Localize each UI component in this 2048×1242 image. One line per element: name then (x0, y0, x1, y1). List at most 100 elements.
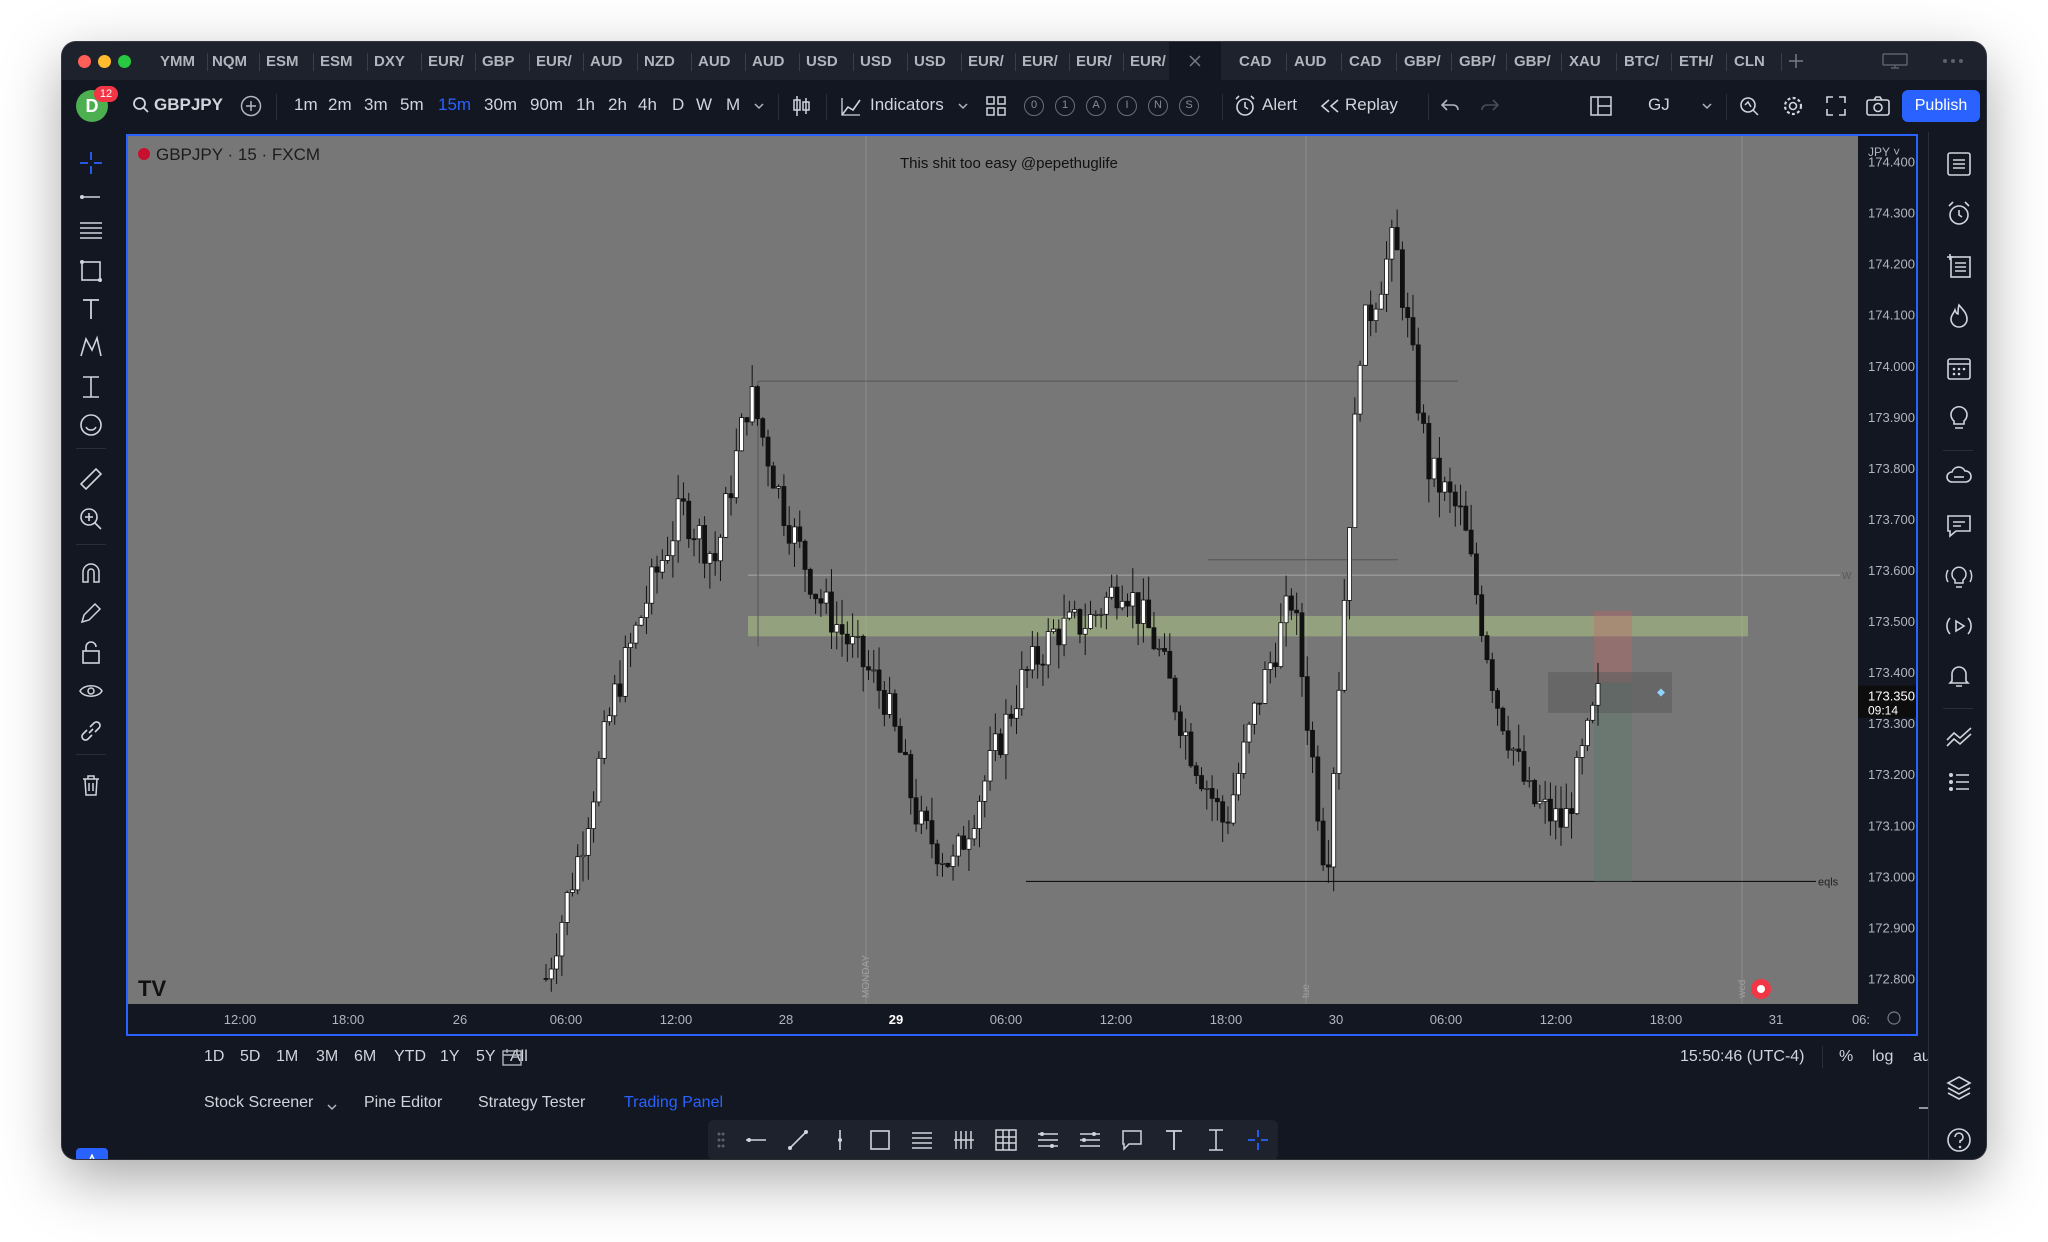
quick-button-N[interactable]: N (1148, 96, 1168, 116)
eye-icon[interactable] (78, 678, 104, 704)
quick-button-I[interactable]: I (1117, 96, 1137, 116)
quick-button-0[interactable]: 0 (1024, 96, 1044, 116)
range-1Y[interactable]: 1Y (440, 1048, 460, 1066)
trading-icon[interactable] (1945, 722, 1973, 750)
candle-style-icon[interactable] (792, 94, 812, 118)
zoom-in-icon[interactable] (78, 506, 104, 532)
drag-handle-icon[interactable] (716, 1130, 726, 1150)
symbol-tab[interactable]: CAD (1349, 51, 1389, 73)
panel-tab[interactable]: Pine Editor (364, 1094, 442, 1112)
callout-icon[interactable] (1120, 1128, 1144, 1152)
symbol-search[interactable]: GBPJPY (154, 95, 223, 115)
dom-icon[interactable] (1945, 768, 1973, 796)
publish-button[interactable]: Publish (1902, 90, 1980, 122)
replay-icon[interactable] (1320, 98, 1340, 114)
interval-2h[interactable]: 2h (608, 95, 627, 115)
symbol-tab[interactable]: USD (806, 51, 846, 73)
goto-date-icon[interactable] (502, 1048, 522, 1066)
add-list-icon[interactable] (1945, 252, 1973, 280)
crosshair-icon[interactable] (78, 150, 104, 176)
stop-loss-box[interactable] (1594, 610, 1632, 683)
range-5D[interactable]: 5D (240, 1048, 260, 1066)
layers-icon[interactable] (1945, 1074, 1973, 1102)
hotlist-flame-icon[interactable] (1945, 302, 1973, 330)
layout-icon[interactable] (1590, 96, 1612, 116)
position-label-box[interactable] (1548, 672, 1672, 713)
vertical-line-icon[interactable] (828, 1128, 852, 1152)
interval-3m[interactable]: 3m (364, 95, 388, 115)
ruler-icon[interactable] (78, 466, 104, 492)
symbol-tab[interactable]: EUR/ (1076, 51, 1116, 73)
interval-30m[interactable]: 30m (484, 95, 517, 115)
log-toggle[interactable]: log (1872, 1048, 1893, 1066)
range-3M[interactable]: 3M (316, 1048, 338, 1066)
chevron-down-icon[interactable] (1702, 102, 1712, 110)
rectangle-icon[interactable] (868, 1128, 892, 1152)
compare-add-icon[interactable] (240, 95, 262, 117)
text-icon[interactable] (1162, 1128, 1186, 1152)
symbol-tab[interactable]: GBP/ (1514, 51, 1554, 73)
templates-icon[interactable] (986, 96, 1006, 116)
link-icon[interactable] (78, 718, 104, 744)
interval-W[interactable]: W (696, 95, 712, 115)
grid-icon[interactable] (994, 1128, 1018, 1152)
range-1M[interactable]: 1M (276, 1048, 298, 1066)
panel-tab[interactable]: Stock Screener (204, 1094, 313, 1112)
chevron-down-icon[interactable] (958, 102, 968, 110)
favorites-button[interactable] (76, 1148, 108, 1159)
trash-icon[interactable] (78, 772, 104, 798)
settings-gear-icon[interactable] (1782, 95, 1804, 117)
alarm-clock-icon[interactable] (1945, 200, 1973, 228)
symbol-tab[interactable]: YMM (160, 51, 200, 73)
range-6M[interactable]: 6M (354, 1048, 376, 1066)
symbol-tab[interactable]: EUR/ (968, 51, 1008, 73)
symbol-tab[interactable]: AUD (698, 51, 738, 73)
indicators-button[interactable]: Indicators (870, 95, 944, 115)
range-YTD[interactable]: YTD (394, 1048, 426, 1066)
symbol-tab[interactable]: DXY (374, 51, 414, 73)
symbol-tab[interactable]: EUR/ (1130, 51, 1170, 73)
interval-5m[interactable]: 5m (400, 95, 424, 115)
alert-button[interactable]: Alert (1262, 95, 1297, 115)
symbol-tab[interactable]: CLN (1734, 51, 1774, 73)
crosshair-icon[interactable] (1246, 1128, 1270, 1152)
interval-D[interactable]: D (672, 95, 684, 115)
chat-icon[interactable] (1945, 512, 1973, 540)
percent-toggle[interactable]: % (1839, 1048, 1853, 1066)
alert-clock-icon[interactable] (1234, 95, 1256, 117)
symbol-tab[interactable]: EUR/ (428, 51, 468, 73)
symbol-tab[interactable]: USD (914, 51, 954, 73)
symbol-tab[interactable]: NQM (212, 51, 252, 73)
long-position-icon[interactable] (1036, 1128, 1060, 1152)
symbol-tab[interactable]: ETH/ (1679, 51, 1719, 73)
short-position-icon[interactable] (1078, 1128, 1102, 1152)
close-tab-icon[interactable] (1189, 55, 1201, 67)
active-tab[interactable] (1169, 42, 1221, 80)
quick-search-icon[interactable] (1738, 95, 1760, 117)
chart-canvas[interactable]: Weqls GBPJPY · 15 · FXCM This shit too eas… (128, 136, 1916, 1034)
interval-90m[interactable]: 90m (530, 95, 563, 115)
layout-name[interactable]: GJ (1648, 95, 1670, 115)
symbol-tab[interactable]: GBP/ (1404, 51, 1444, 73)
interval-M[interactable]: M (726, 95, 740, 115)
pitchfork-icon[interactable] (952, 1128, 976, 1152)
ideas-lightbulb-icon[interactable] (1945, 404, 1973, 432)
symbol-tab[interactable]: GBP (482, 51, 522, 73)
more-icon[interactable] (1942, 58, 1964, 64)
symbol-tab[interactable]: AUD (1294, 51, 1334, 73)
symbol-tab[interactable]: ESM (266, 51, 306, 73)
symbol-tab[interactable]: EUR/ (536, 51, 576, 73)
redo-icon[interactable] (1480, 97, 1500, 115)
parallel-channel-icon[interactable] (910, 1128, 934, 1152)
broadcast-icon[interactable] (1945, 612, 1973, 640)
stay-drawing-icon[interactable] (78, 600, 104, 626)
rectangle-icon[interactable] (78, 258, 104, 284)
interval-1h[interactable]: 1h (576, 95, 595, 115)
chevron-down-icon[interactable] (754, 102, 764, 110)
trend-line-icon[interactable] (786, 1128, 810, 1152)
interval-15m[interactable]: 15m (438, 95, 471, 115)
indicators-icon[interactable] (840, 95, 862, 117)
price-range-icon[interactable] (1204, 1128, 1228, 1152)
symbol-tab[interactable]: GBP/ (1459, 51, 1499, 73)
text-icon[interactable] (78, 296, 104, 322)
